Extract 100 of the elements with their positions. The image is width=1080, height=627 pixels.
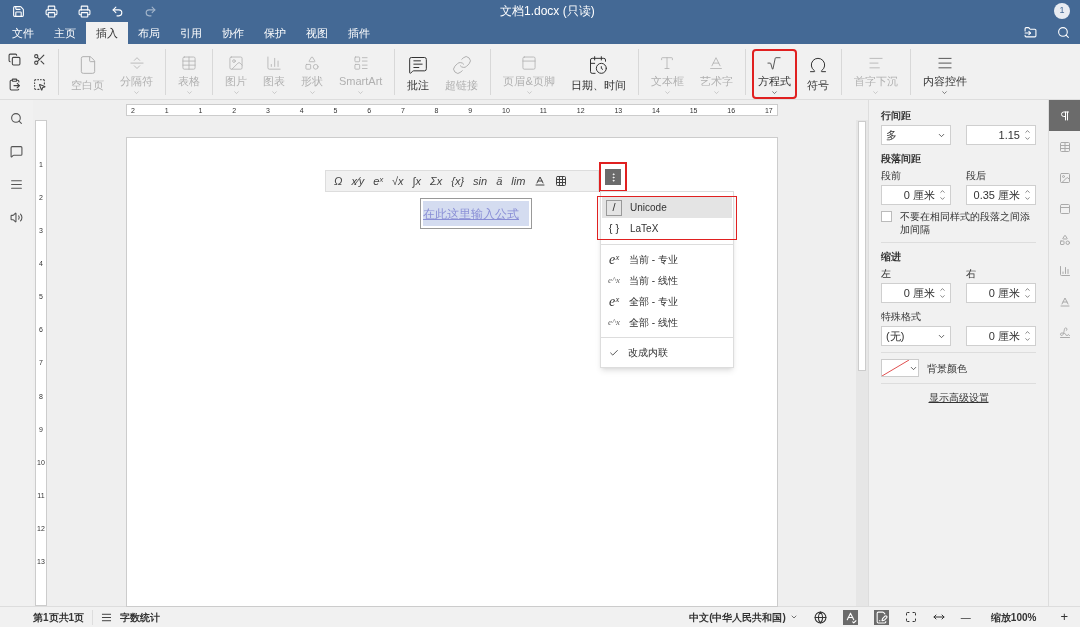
- equation-symbol-button[interactable]: {x}: [451, 172, 465, 190]
- matrix-icon[interactable]: [555, 175, 568, 187]
- caret-icon: [356, 89, 366, 97]
- menu-tab[interactable]: 视图: [296, 22, 338, 44]
- search-icon[interactable]: [10, 112, 23, 125]
- advanced-settings-link[interactable]: 显示高级设置: [928, 390, 989, 405]
- save-icon[interactable]: [12, 4, 25, 18]
- speaker-icon[interactable]: [10, 211, 23, 224]
- undo-icon[interactable]: [111, 4, 124, 18]
- equation-symbol-button[interactable]: ä: [496, 172, 503, 190]
- color-picker[interactable]: [881, 359, 919, 377]
- field-value: 0.35 厘米: [973, 187, 1020, 203]
- caret-icon: [769, 89, 779, 97]
- menu-tab[interactable]: 插件: [338, 22, 380, 44]
- art-icon: [1058, 295, 1071, 308]
- fit-page-icon[interactable]: [904, 611, 917, 623]
- linear-exponent-icon: e^x: [607, 273, 621, 288]
- field-label: 特殊格式: [881, 310, 922, 324]
- date-icon: [588, 54, 609, 75]
- cut-icon[interactable]: [33, 52, 46, 66]
- folder-icon[interactable]: [1024, 26, 1037, 39]
- checkbox[interactable]: [881, 211, 892, 222]
- menu-tab[interactable]: 文件: [2, 22, 44, 44]
- spin-field[interactable]: 0 厘米: [966, 326, 1036, 346]
- check-icon: [609, 347, 619, 358]
- globe-icon[interactable]: [813, 610, 827, 624]
- equation-symbol-button[interactable]: x⁄y: [351, 172, 365, 190]
- select-field[interactable]: (无): [881, 326, 951, 346]
- spin-field[interactable]: 0 厘米: [881, 185, 951, 205]
- caret-icon: [231, 89, 241, 97]
- spin-field[interactable]: 1.15: [966, 125, 1036, 145]
- caret-icon: [871, 89, 881, 97]
- toolbar-button[interactable]: 符号: [800, 48, 835, 99]
- language-button[interactable]: 中文(中华人民共和国): [689, 609, 806, 625]
- link-icon: [451, 54, 472, 75]
- field-label: 段前: [881, 169, 902, 183]
- select-field[interactable]: 多: [881, 125, 951, 145]
- menu-tab[interactable]: 保护: [254, 22, 296, 44]
- toolbar-button[interactable]: 内容控件: [916, 48, 973, 99]
- no-color-swatch-icon: [882, 360, 909, 376]
- input-format-icon: { }: [606, 220, 622, 237]
- side-tab[interactable]: [1049, 100, 1080, 131]
- field-value: 0 厘米: [988, 285, 1020, 301]
- menu-tab[interactable]: 协作: [212, 22, 254, 44]
- caret-icon: [269, 89, 279, 97]
- chart-icon: [264, 54, 284, 71]
- track-changes-icon[interactable]: [873, 609, 889, 625]
- input-format-icon: /: [606, 199, 622, 216]
- menu-item[interactable]: { } LaTeX: [602, 218, 732, 239]
- spellcheck-icon[interactable]: [842, 609, 858, 625]
- menu-item[interactable]: e^x 全部 - 线性: [601, 312, 733, 333]
- section-title: 段落间距: [881, 152, 922, 166]
- zoom-out-button[interactable]: —: [960, 609, 971, 625]
- print-icon[interactable]: [78, 4, 91, 18]
- spin-field[interactable]: 0.35 厘米: [966, 185, 1036, 205]
- table-icon: [1058, 140, 1071, 153]
- caret-icon: [184, 89, 194, 97]
- table-icon: [179, 54, 199, 71]
- shape-icon: [1058, 233, 1071, 246]
- toolbar-button[interactable]: 批注: [401, 48, 436, 99]
- toolbar-button[interactable]: 方程式: [751, 48, 797, 99]
- word-count-button[interactable]: 字数统计: [93, 609, 161, 625]
- field-label: 右: [966, 267, 977, 281]
- search-icon[interactable]: [1057, 26, 1070, 39]
- toolbar-button[interactable]: 日期、时间: [564, 48, 632, 99]
- paste-icon[interactable]: [8, 77, 21, 91]
- print-icon[interactable]: [45, 4, 58, 18]
- equation-symbol-button[interactable]: lim: [511, 172, 526, 190]
- equation-symbol-button[interactable]: Σx: [430, 172, 443, 190]
- menu-item[interactable]: 改成内联: [601, 342, 733, 363]
- checkbox-label: 不要在相同样式的段落之间添加间隔: [900, 211, 1031, 236]
- section-title: 行间距: [881, 109, 912, 123]
- spin-field[interactable]: 0 厘米: [966, 283, 1036, 303]
- menu-tab[interactable]: 主页: [44, 22, 86, 44]
- comment-icon[interactable]: [10, 145, 23, 158]
- caret-icon: [711, 89, 721, 97]
- section-title: 缩进: [881, 250, 902, 264]
- menu-tab[interactable]: 引用: [170, 22, 212, 44]
- menu-tab[interactable]: 插入: [86, 22, 128, 44]
- select-icon[interactable]: [33, 77, 46, 91]
- spin-field[interactable]: 0 厘米: [881, 283, 951, 303]
- more-button[interactable]: [599, 162, 627, 192]
- equation-symbol-button[interactable]: eˣ: [373, 172, 384, 190]
- menu-tab[interactable]: 布局: [128, 22, 170, 44]
- copy-icon[interactable]: [8, 52, 21, 66]
- field-label: 段后: [966, 169, 987, 183]
- equation-symbol-button[interactable]: ∫x: [412, 172, 422, 190]
- menu-item[interactable]: / Unicode: [602, 197, 732, 218]
- equation-symbol-button[interactable]: sin: [473, 172, 488, 190]
- equation-symbol-button[interactable]: Ω: [334, 172, 343, 190]
- navigation-icon[interactable]: [10, 178, 23, 191]
- user-avatar[interactable]: 1: [1054, 3, 1070, 19]
- signature-icon: [1058, 326, 1071, 339]
- menu-item[interactable]: eˣ 全部 - 专业: [601, 291, 733, 312]
- menu-item[interactable]: e^x 当前 - 线性: [601, 270, 733, 291]
- menu-item[interactable]: eˣ 当前 - 专业: [601, 249, 733, 270]
- zoom-in-button[interactable]: +: [1060, 607, 1068, 627]
- accent-icon[interactable]: [534, 175, 547, 187]
- equation-symbol-button[interactable]: √x: [392, 172, 404, 190]
- paragraph-icon: [1058, 109, 1071, 122]
